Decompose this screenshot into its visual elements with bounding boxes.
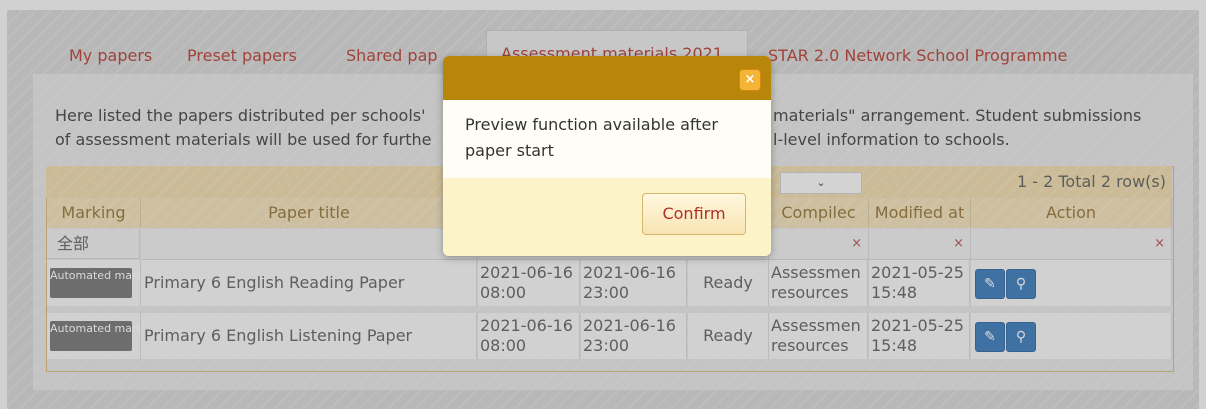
confirm-button[interactable]: Confirm [642, 193, 746, 235]
dialog-footer: Confirm [443, 178, 771, 256]
dialog-header: × [443, 56, 771, 100]
preview-dialog: × Preview function available after paper… [443, 56, 771, 256]
dialog-message: Preview function available after paper s… [465, 115, 718, 160]
dialog-body: Preview function available after paper s… [443, 100, 771, 178]
close-icon[interactable]: × [739, 69, 761, 91]
